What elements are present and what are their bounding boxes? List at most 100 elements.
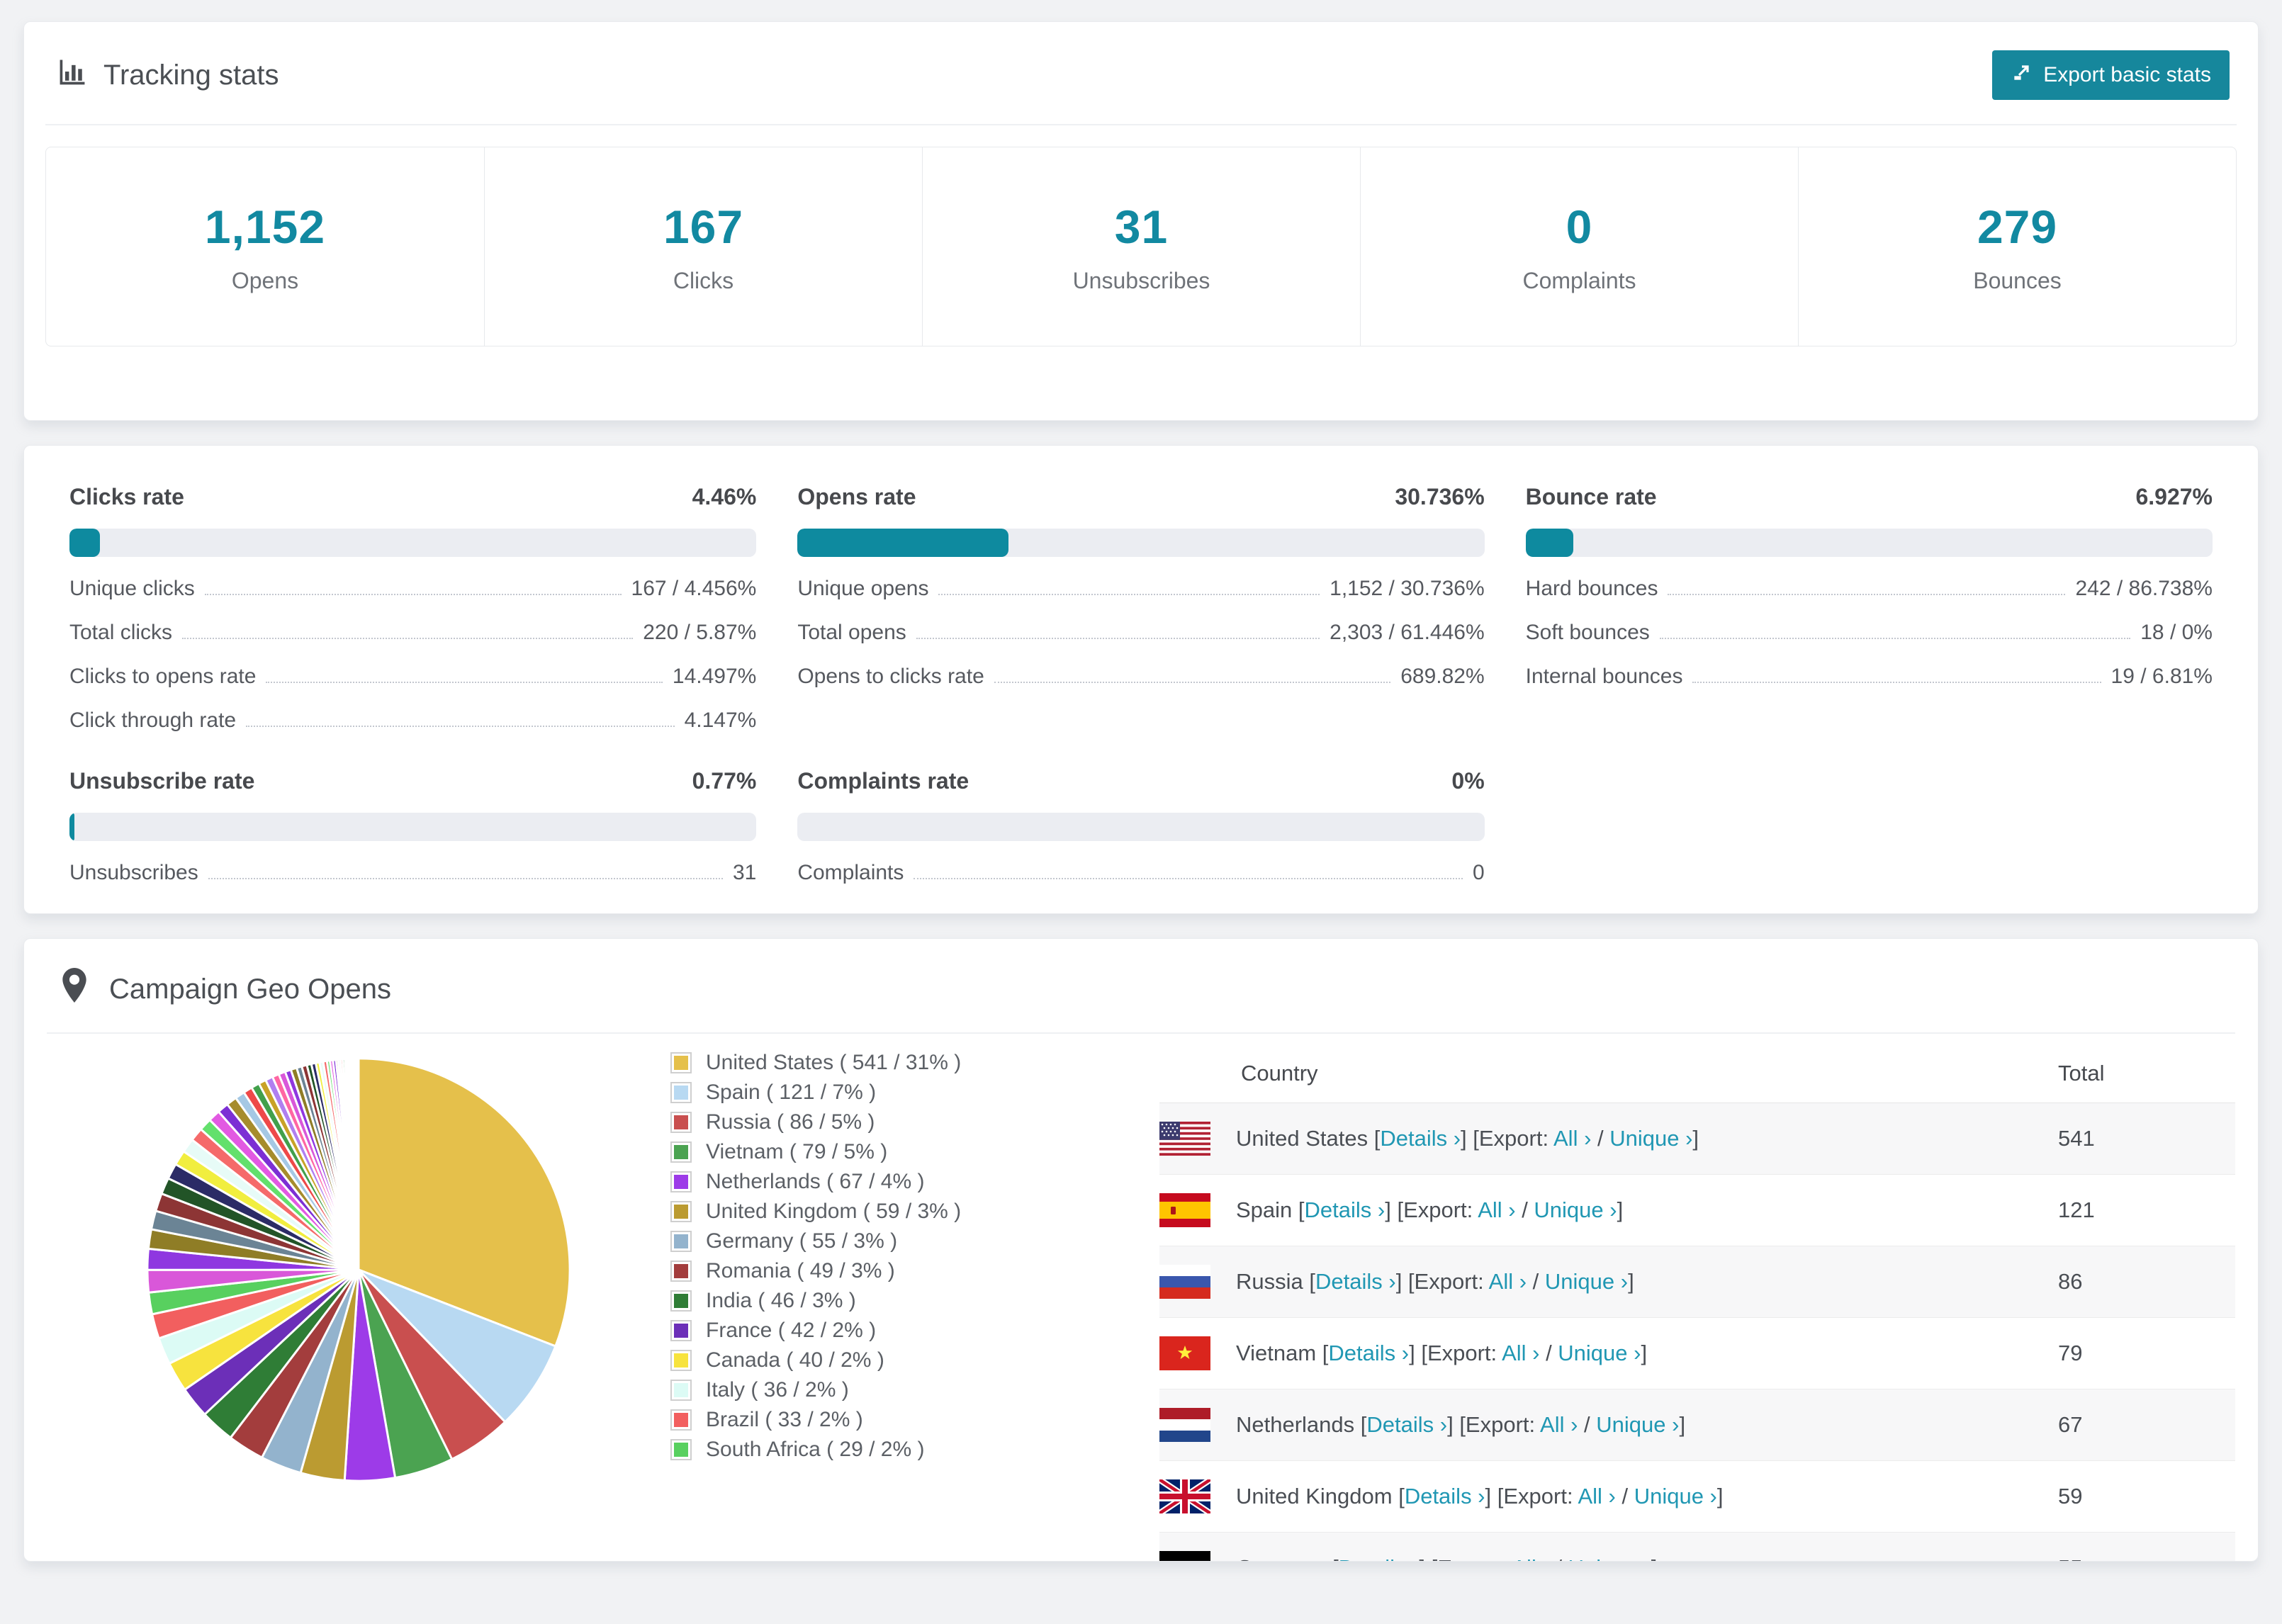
opens-rate-title: Opens rate [797, 484, 916, 509]
country-name: Vietnam [1236, 1341, 1317, 1365]
country-name: United Kingdom [1236, 1484, 1393, 1509]
export-unique-link[interactable]: Unique › [1634, 1484, 1717, 1509]
export-unique-link[interactable]: Unique › [1558, 1341, 1641, 1365]
legend-label: Spain ( 121 / 7% ) [706, 1081, 877, 1104]
legend-label: United States ( 541 / 31% ) [706, 1051, 962, 1074]
summary-complaints: 0 Complaints [1360, 147, 1798, 346]
dotted-leader [916, 638, 1320, 639]
geo-pie-chart[interactable] [47, 1044, 628, 1561]
details-link[interactable]: Details › [1305, 1197, 1386, 1222]
legend-item-brazil[interactable]: Brazil ( 33 / 2% ) [670, 1408, 1117, 1431]
legend-swatch [670, 1439, 692, 1460]
country-name: United States [1236, 1126, 1368, 1151]
export-unique-link[interactable]: Unique › [1596, 1412, 1679, 1437]
legend-item-romania[interactable]: Romania ( 49 / 3% ) [670, 1259, 1117, 1282]
stat-value: 4.147% [684, 709, 757, 732]
summary-bounces: 279 Bounces [1798, 147, 2236, 346]
legend-item-netherlands[interactable]: Netherlands ( 67 / 4% ) [670, 1170, 1117, 1193]
export-basic-stats-button[interactable]: Export basic stats [1992, 50, 2230, 100]
stat-value: 2,303 / 61.446% [1330, 621, 1485, 644]
legend-item-south-africa[interactable]: South Africa ( 29 / 2% ) [670, 1438, 1117, 1461]
rates-card: Clicks rate 4.46% Unique clicks 167 / 4.4… [23, 445, 2259, 914]
legend-item-united-states[interactable]: United States ( 541 / 31% ) [670, 1051, 1117, 1074]
details-link[interactable]: Details › [1366, 1412, 1447, 1437]
flag-vietnam-icon [1159, 1336, 1210, 1370]
table-row-spain: Spain [Details ›] [Export: All › / Uniqu… [1159, 1175, 2235, 1246]
bounces-count: 279 [1977, 200, 2058, 253]
unsubscribe-rate-panel: Unsubscribe rate 0.77% Unsubscribes 31 [69, 768, 757, 885]
bounce-rate-progress-fill [1525, 529, 1573, 557]
stat-label: Unique opens [797, 577, 929, 600]
export-all-link[interactable]: All › [1478, 1197, 1515, 1222]
stat-label: Total opens [797, 621, 906, 644]
export-unique-link[interactable]: Unique › [1609, 1126, 1692, 1151]
bar-chart-icon [57, 56, 88, 94]
legend-label: India ( 46 / 3% ) [706, 1289, 856, 1312]
legend-swatch [670, 1409, 692, 1431]
legend-swatch [670, 1112, 692, 1133]
summary-opens: 1,152 Opens [46, 147, 484, 346]
legend-item-germany[interactable]: Germany ( 55 / 3% ) [670, 1229, 1117, 1253]
details-link[interactable]: Details › [1339, 1555, 1420, 1561]
legend-item-france[interactable]: France ( 42 / 2% ) [670, 1319, 1117, 1342]
legend-item-italy[interactable]: Italy ( 36 / 2% ) [670, 1378, 1117, 1402]
legend-label: France ( 42 / 2% ) [706, 1319, 877, 1342]
stat-value: 167 / 4.456% [631, 577, 757, 600]
export-unique-link[interactable]: Unique › [1534, 1197, 1617, 1222]
geo-content: United States ( 541 / 31% ) Spain ( 121 … [47, 1044, 2235, 1561]
table-body: United States [Details ›] [Export: All ›… [1159, 1103, 2235, 1561]
export-all-link[interactable]: All › [1502, 1341, 1539, 1365]
details-link[interactable]: Details › [1315, 1269, 1396, 1294]
table-row-russia: Russia [Details ›] [Export: All › / Uniq… [1159, 1246, 2235, 1318]
details-link[interactable]: Details › [1328, 1341, 1409, 1365]
tracking-stats-header: Tracking stats Export basic stats [24, 22, 2258, 100]
export-button-label: Export basic stats [2043, 63, 2211, 86]
tracking-stats-page: Tracking stats Export basic stats 1,152 … [0, 0, 2282, 1624]
legend-item-spain[interactable]: Spain ( 121 / 7% ) [670, 1081, 1117, 1104]
details-link[interactable]: Details › [1380, 1126, 1461, 1151]
legend-label: Brazil ( 33 / 2% ) [706, 1408, 863, 1431]
legend-item-canada[interactable]: Canada ( 40 / 2% ) [670, 1348, 1117, 1372]
legend-label: Netherlands ( 67 / 4% ) [706, 1170, 925, 1193]
legend-item-vietnam[interactable]: Vietnam ( 79 / 5% ) [670, 1140, 1117, 1163]
unsubscribe-rate-progress-fill [69, 813, 75, 841]
stat-value: 0 [1472, 861, 1485, 884]
total-cell: 59 [2058, 1484, 2083, 1509]
export-all-link[interactable]: All › [1578, 1484, 1615, 1509]
export-unique-link[interactable]: Unique › [1568, 1555, 1651, 1561]
dotted-leader [246, 726, 675, 727]
legend-item-russia[interactable]: Russia ( 86 / 5% ) [670, 1110, 1117, 1134]
stat-label: Complaints [797, 861, 904, 884]
bounces-label: Bounces [1973, 267, 2062, 293]
flag-united-kingdom-icon [1159, 1479, 1210, 1513]
legend-label: United Kingdom ( 59 / 3% ) [706, 1200, 962, 1223]
complaints-label: Complaints [1522, 267, 1636, 293]
export-all-link[interactable]: All › [1512, 1555, 1549, 1561]
unsubscribes-count: 31 [1114, 200, 1169, 253]
country-cell: Vietnam [Details ›] [Export: All › / Uni… [1236, 1341, 1648, 1365]
unsubscribe-rate-progressbar [69, 813, 757, 841]
stat-label: Opens to clicks rate [797, 665, 984, 688]
legend-item-india[interactable]: India ( 46 / 3% ) [670, 1289, 1117, 1312]
export-icon [2011, 61, 2033, 89]
flag-united-states-icon [1159, 1122, 1210, 1156]
summary-boxes: 1,152 Opens 167 Clicks 31 Unsubscribes 0… [45, 147, 2237, 346]
geo-pie-legend: United States ( 541 / 31% ) Spain ( 121 … [670, 1044, 1117, 1561]
export-unique-link[interactable]: Unique › [1545, 1269, 1628, 1294]
header-divider [45, 124, 2237, 125]
total-column-header: Total [2058, 1060, 2105, 1086]
table-row-vietnam: Vietnam [Details ›] [Export: All › / Uni… [1159, 1318, 2235, 1389]
export-all-link[interactable]: All › [1553, 1126, 1591, 1151]
legend-item-united-kingdom[interactable]: United Kingdom ( 59 / 3% ) [670, 1200, 1117, 1223]
stat-value: 19 / 6.81% [2110, 665, 2213, 688]
export-all-link[interactable]: All › [1489, 1269, 1527, 1294]
export-all-link[interactable]: All › [1540, 1412, 1578, 1437]
legend-swatch [670, 1290, 692, 1312]
stat-value: 689.82% [1400, 665, 1485, 688]
geo-header-divider [47, 1032, 2235, 1034]
dotted-leader [208, 878, 723, 879]
opens-rate-value: 30.736% [1395, 484, 1485, 509]
details-link[interactable]: Details › [1405, 1484, 1485, 1509]
page-title: Tracking stats [57, 56, 279, 94]
stat-label: Internal bounces [1525, 665, 1683, 688]
